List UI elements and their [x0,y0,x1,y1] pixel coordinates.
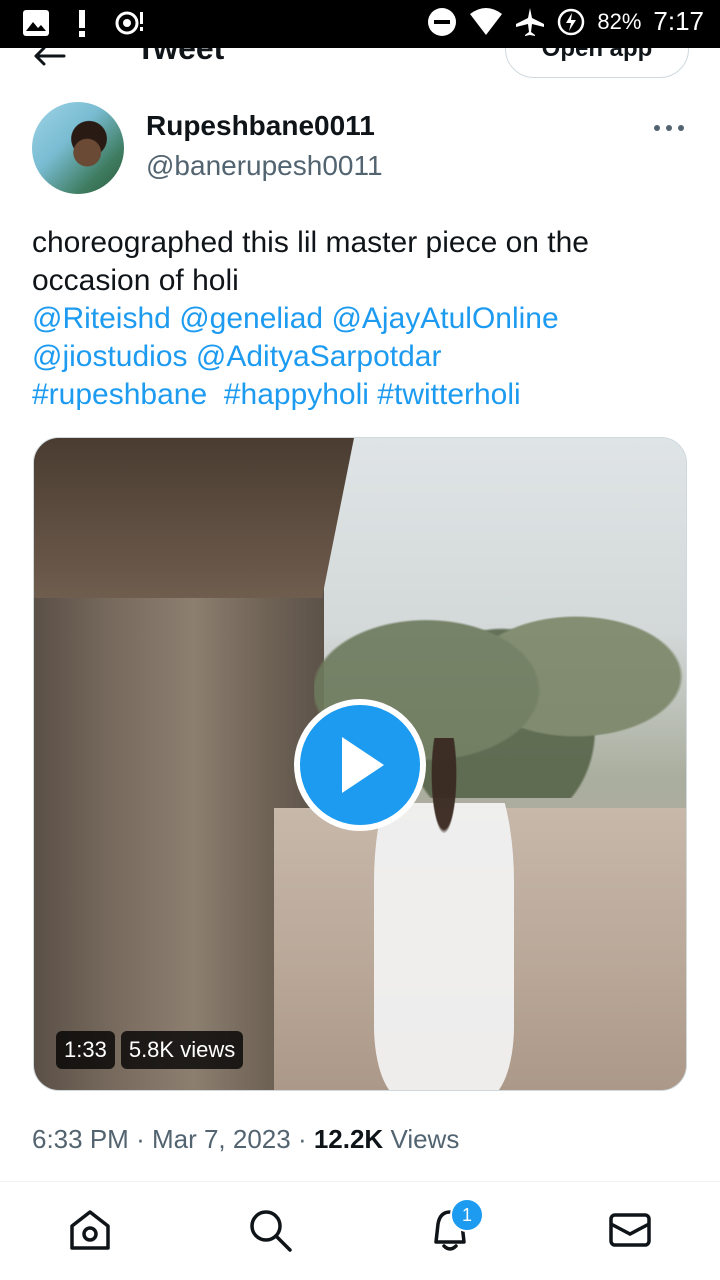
views-label: Views [390,1124,460,1154]
avatar[interactable] [32,102,124,194]
airplane-mode-icon [516,7,545,36]
tweet-date[interactable]: Mar 7, 2023 [152,1124,291,1154]
tweet-text-line: occasion of holi [32,264,239,297]
hashtag-link[interactable]: #twitterholi [377,378,520,411]
more-options-icon[interactable] [652,118,686,138]
tweet-text: choreographed this lil master piece on t… [32,224,692,414]
play-icon [342,737,384,793]
alert-icon [79,10,85,37]
back-arrow-icon[interactable] [32,46,66,66]
mention-link[interactable]: @AjayAtulOnline [331,302,558,335]
video-duration: 1:33 [56,1031,115,1069]
hashtag-link[interactable]: #rupeshbane [32,378,207,411]
clock: 7:17 [653,6,704,36]
play-button[interactable] [294,699,426,831]
meta-separator: · [136,1124,152,1154]
hashtags-line: #rupeshbane #happyholi #twitterholi [32,376,692,414]
mention-link[interactable]: @AdityaSarpotdar [196,340,442,373]
notifications-count-badge: 1 [450,1198,484,1232]
do-not-disturb-icon [428,7,457,36]
tweet-text-line: choreographed this lil master piece on t… [32,226,589,259]
author-display-name[interactable]: Rupeshbane0011 [146,110,375,142]
video-thumbnail-roof [34,438,354,598]
tweet-meta: 6:33 PM · Mar 7, 2023 · 12.2K Views [32,1124,459,1155]
bottom-nav [0,1182,720,1280]
video-views: 5.8K views [120,1031,244,1069]
views-count: 12.2K [313,1124,384,1154]
search-icon[interactable] [246,1206,294,1254]
mention-link[interactable]: @jiostudios [32,340,188,373]
author-handle[interactable]: @banerupesh0011 [146,150,383,182]
hashtag-link[interactable]: #happyholi [224,378,369,411]
battery-charging-icon [558,8,585,35]
video-badges: 1:33 5.8K views [56,1031,244,1069]
mentions-line: @jiostudios @AdityaSarpotdar [32,338,692,376]
wifi-icon [470,7,503,35]
mention-link[interactable]: @Riteishd [32,302,171,335]
mention-link[interactable]: @geneliad [179,302,323,335]
battery-percent: 82% [597,8,642,34]
mentions-line: @Riteishd @geneliad @AjayAtulOnline [32,300,692,338]
video-player[interactable]: 1:33 5.8K views [33,437,687,1091]
status-bar: 82% 7:17 [0,0,720,48]
image-icon [23,10,49,36]
meta-separator: · [297,1124,314,1154]
hotspot-alert-icon [115,11,143,35]
tweet-time[interactable]: 6:33 PM [32,1124,129,1154]
home-icon[interactable] [66,1206,114,1254]
messages-icon[interactable] [606,1206,654,1254]
